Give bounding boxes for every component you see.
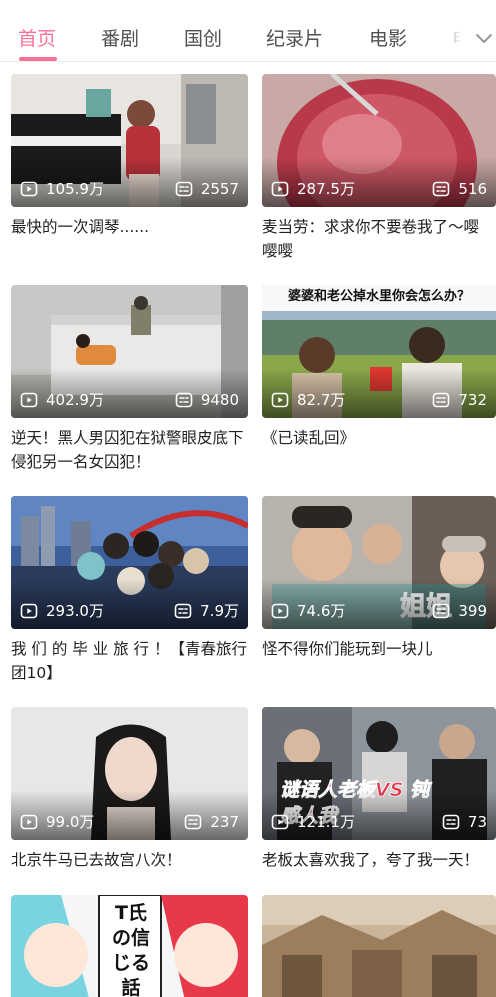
- active-tab-indicator: [19, 57, 57, 61]
- view-count: 293.0万: [20, 602, 104, 620]
- danmaku-count: 9480: [175, 391, 239, 409]
- video-thumbnail[interactable]: 105.9万 2557: [11, 74, 248, 207]
- video-card-2[interactable]: 287.5万 516 麦当劳：求求你不要卷我了～嘤嘤嘤: [262, 74, 496, 263]
- danmaku-count: 237: [184, 813, 239, 831]
- video-card-7[interactable]: 99.0万 237 北京牛马已去故宫八次！: [11, 707, 248, 896]
- tab-documentary[interactable]: 纪录片: [266, 26, 323, 52]
- video-thumbnail[interactable]: 287.5万 516: [262, 74, 496, 207]
- danmaku-count: 516: [432, 180, 487, 198]
- video-thumbnail[interactable]: 姐姐 74.6万 399: [262, 496, 496, 629]
- danmaku-count: 399: [432, 602, 487, 620]
- view-count: 402.9万: [20, 391, 104, 409]
- view-count: 99.0万: [20, 813, 94, 831]
- video-title[interactable]: 北京牛马已去故宫八次！: [11, 848, 248, 896]
- thumbnail-caption: T氏の信じる話: [111, 902, 150, 997]
- danmaku-count: 2557: [175, 180, 239, 198]
- danmaku-count-icon: [175, 391, 193, 409]
- video-title[interactable]: 麦当劳：求求你不要卷我了～嘤嘤嘤: [262, 215, 496, 263]
- video-card-5[interactable]: 293.0万 7.9万 我 们 的 毕 业 旅 行 ！【青春旅行团10】: [11, 496, 248, 685]
- danmaku-count: 7.9万: [174, 602, 239, 620]
- video-thumbnail[interactable]: 谜语人老板VS 钝感人我 121.1万 73: [262, 707, 496, 840]
- video-thumbnail[interactable]: 402.9万 9480: [11, 285, 248, 418]
- tab-bangumi[interactable]: 番剧: [101, 26, 139, 52]
- danmaku-count: 73: [442, 813, 487, 831]
- play-count-icon: [20, 180, 38, 198]
- video-card-3[interactable]: 402.9万 9480 逆天！黑人男囚犯在狱警眼皮底下侵犯另一名女囚犯！: [11, 285, 248, 474]
- video-title[interactable]: 怪不得你们能玩到一块儿: [262, 637, 496, 685]
- play-count-icon: [271, 180, 289, 198]
- top-tab-bar: 首页 番剧 国创 纪录片 电影 电: [0, 0, 496, 62]
- danmaku-count-icon: [432, 602, 450, 620]
- video-thumbnail[interactable]: T氏の信じる話: [11, 895, 248, 997]
- danmaku-count: 732: [432, 391, 487, 409]
- danmaku-count-icon: [184, 813, 202, 831]
- tab-guochuang[interactable]: 国创: [184, 26, 222, 52]
- view-count: 82.7万: [271, 391, 345, 409]
- video-card-6[interactable]: 姐姐 74.6万 399 怪不得你们能玩到一块儿: [262, 496, 496, 685]
- view-count: 74.6万: [271, 602, 345, 620]
- danmaku-count-icon: [175, 180, 193, 198]
- video-title[interactable]: 《已读乱回》: [262, 426, 496, 474]
- video-card-9[interactable]: T氏の信じる話: [11, 895, 248, 997]
- tab-home[interactable]: 首页: [18, 26, 56, 52]
- video-card-4[interactable]: 婆婆和老公掉水里你会怎么办？ 82.7万 732 《已读乱回》: [262, 285, 496, 474]
- video-title[interactable]: 逆天！黑人男囚犯在狱警眼皮底下侵犯另一名女囚犯！: [11, 426, 248, 474]
- danmaku-count-icon: [442, 813, 460, 831]
- video-title[interactable]: 老板太喜欢我了，夸了我一天！: [262, 848, 496, 896]
- video-thumbnail[interactable]: [262, 895, 496, 997]
- thumbnail-image: [262, 895, 496, 997]
- play-count-icon: [271, 391, 289, 409]
- danmaku-count-icon: [432, 391, 450, 409]
- chevron-down-icon[interactable]: [474, 28, 494, 48]
- play-count-icon: [271, 602, 289, 620]
- video-card-8[interactable]: 谜语人老板VS 钝感人我 121.1万 73 老板太喜欢我了，夸了我一天！: [262, 707, 496, 896]
- view-count: 287.5万: [271, 180, 355, 198]
- view-count: 105.9万: [20, 180, 104, 198]
- video-title[interactable]: 我 们 的 毕 业 旅 行 ！【青春旅行团10】: [11, 637, 248, 685]
- play-count-icon: [271, 813, 289, 831]
- video-thumbnail[interactable]: 293.0万 7.9万: [11, 496, 248, 629]
- video-card-1[interactable]: 105.9万 2557 最快的一次调琴......: [11, 74, 248, 263]
- video-thumbnail[interactable]: 婆婆和老公掉水里你会怎么办？ 82.7万 732: [262, 285, 496, 418]
- video-title[interactable]: 最快的一次调琴......: [11, 215, 248, 263]
- danmaku-count-icon: [432, 180, 450, 198]
- play-count-icon: [20, 391, 38, 409]
- danmaku-count-icon: [174, 602, 192, 620]
- thumbnail-caption: 婆婆和老公掉水里你会怎么办？: [287, 289, 470, 304]
- video-thumbnail[interactable]: 99.0万 237: [11, 707, 248, 840]
- play-count-icon: [20, 813, 38, 831]
- view-count: 121.1万: [271, 813, 355, 831]
- tab-movie[interactable]: 电影: [369, 26, 407, 52]
- play-count-icon: [20, 602, 38, 620]
- video-card-10[interactable]: [262, 895, 496, 997]
